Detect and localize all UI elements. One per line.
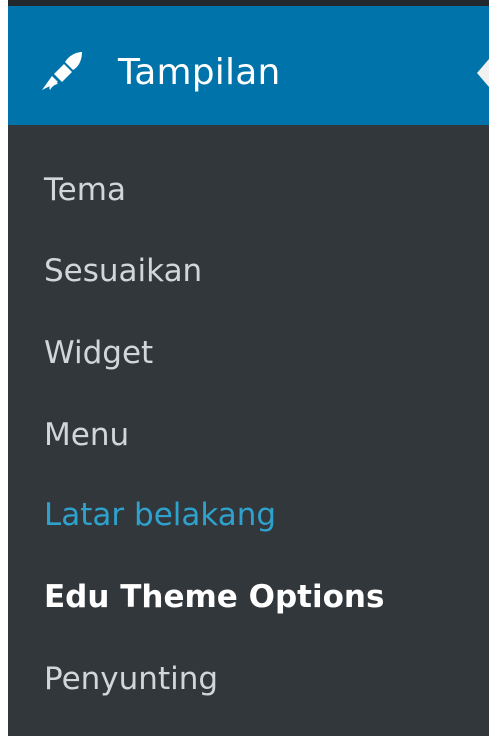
collapse-arrow-icon	[477, 59, 489, 87]
submenu-item-edu-theme-options[interactable]: Edu Theme Options	[44, 577, 384, 617]
paintbrush-icon	[42, 52, 82, 90]
menu-item-label: Tampilan	[118, 52, 281, 93]
submenu-item-latar-belakang[interactable]: Latar belakang	[44, 495, 276, 535]
submenu-item-tema[interactable]: Tema	[44, 170, 126, 210]
submenu-appearance: Tema Sesuaikan Widget Menu Latar belakan…	[8, 125, 489, 736]
submenu-item-sesuaikan[interactable]: Sesuaikan	[44, 251, 202, 291]
submenu-item-menu[interactable]: Menu	[44, 415, 129, 455]
submenu-item-widget[interactable]: Widget	[44, 333, 153, 373]
menu-item-tampilan[interactable]: Tampilan	[8, 6, 489, 125]
submenu-item-penyunting[interactable]: Penyunting	[44, 659, 218, 699]
